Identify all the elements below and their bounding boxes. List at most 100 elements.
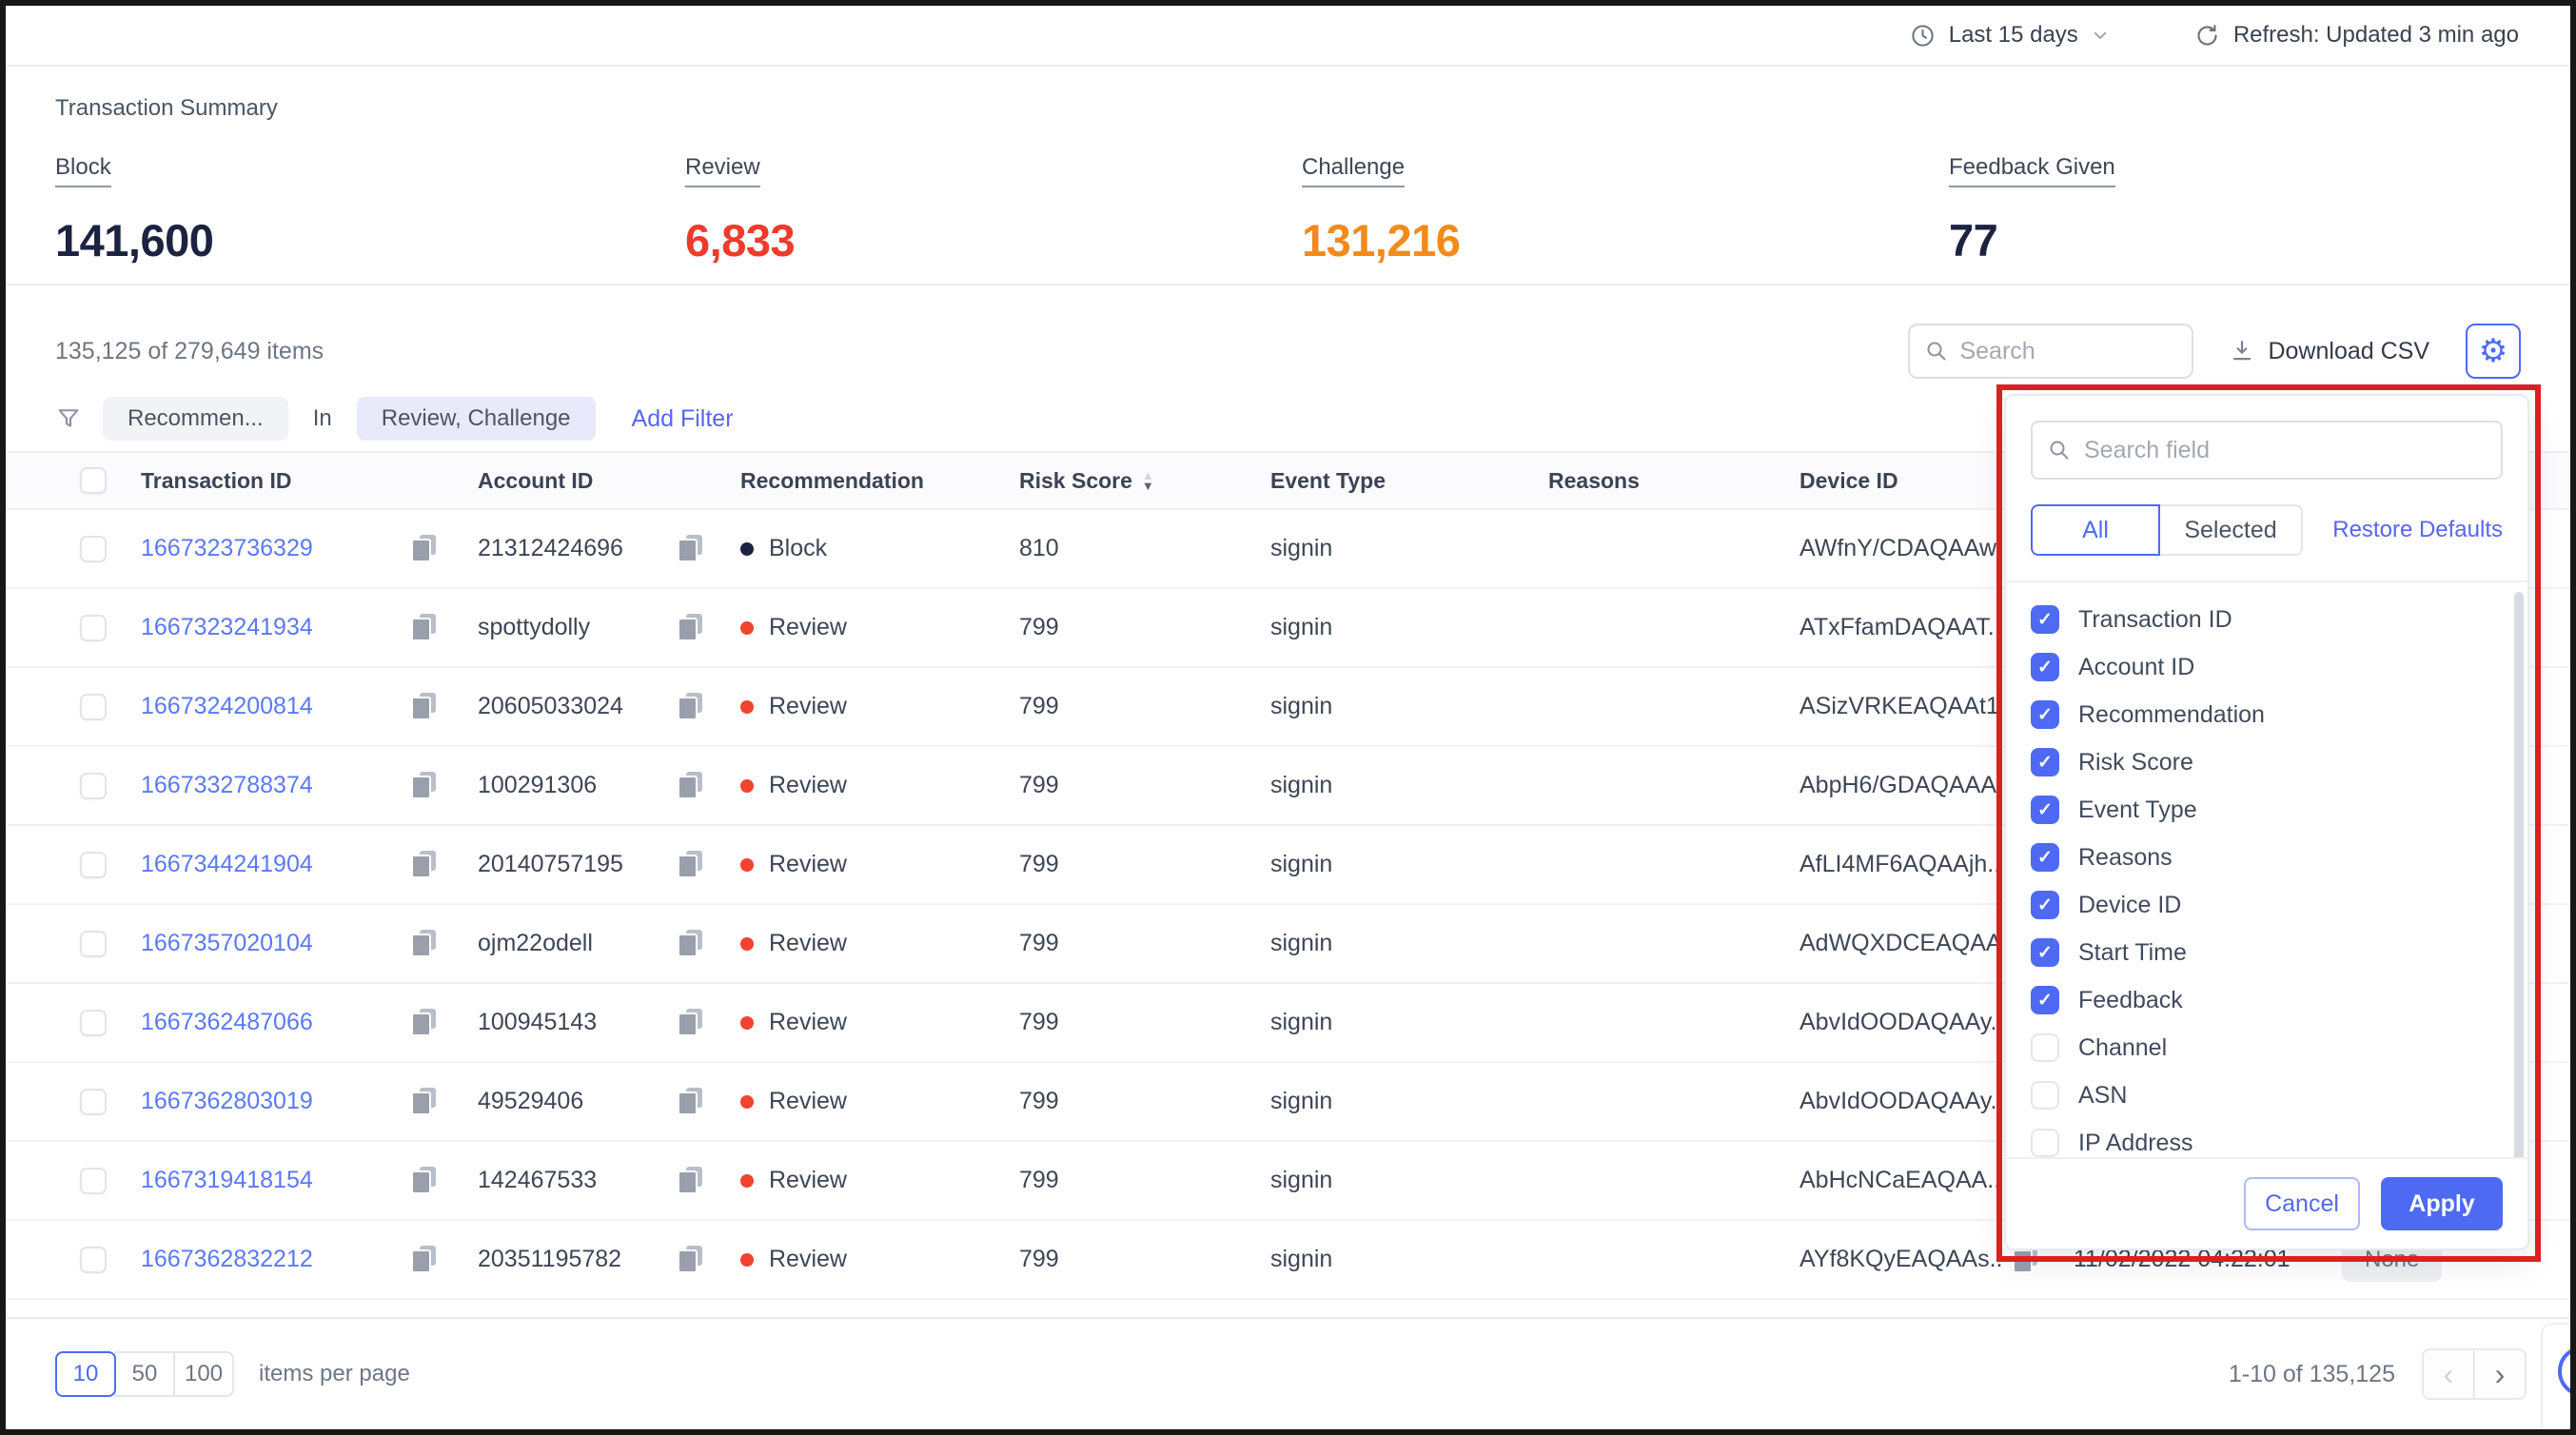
copy-icon[interactable] <box>678 614 702 641</box>
copy-icon[interactable] <box>678 693 702 720</box>
copy-icon[interactable] <box>678 535 702 562</box>
page-size-100[interactable]: 100 <box>173 1351 234 1397</box>
row-checkbox[interactable] <box>80 694 107 720</box>
transaction-id-link[interactable]: 1667324200814 <box>141 693 313 720</box>
restore-defaults-link[interactable]: Restore Defaults <box>2332 517 2503 543</box>
col-header-transaction-id[interactable]: Transaction ID <box>141 468 478 494</box>
field-toggle-risk-score[interactable]: Risk Score <box>2031 738 2503 786</box>
search-icon <box>2048 439 2071 462</box>
download-csv-button[interactable]: Download CSV <box>2230 338 2429 365</box>
row-checkbox[interactable] <box>80 773 107 799</box>
field-search-input[interactable] <box>2084 437 2486 464</box>
panel-scrollbar[interactable] <box>2514 592 2524 1163</box>
account-id: 21312424696 <box>478 535 623 562</box>
transaction-id-link[interactable]: 1667319418154 <box>141 1167 313 1194</box>
field-toggle-account-id[interactable]: Account ID <box>2031 643 2503 691</box>
transaction-id-link[interactable]: 1667344241904 <box>141 851 313 878</box>
column-settings-button[interactable] <box>2466 324 2521 379</box>
device-id: AYf8KQyEAQAAs... <box>1799 1246 2001 1273</box>
col-header-risk-score[interactable]: Risk Score <box>1019 468 1270 494</box>
recommendation-label: Review <box>769 614 847 641</box>
transaction-id-link[interactable]: 1667357020104 <box>141 930 313 957</box>
copy-icon[interactable] <box>411 1088 436 1115</box>
row-checkbox[interactable] <box>80 536 107 562</box>
page-size-10[interactable]: 10 <box>55 1351 116 1397</box>
transaction-id-link[interactable]: 1667362487066 <box>141 1009 313 1036</box>
tab-all[interactable]: All <box>2031 504 2160 556</box>
funnel-icon <box>55 405 82 432</box>
copy-icon[interactable] <box>411 1167 436 1194</box>
search-input[interactable] <box>1959 338 2176 365</box>
copy-icon[interactable] <box>411 535 436 562</box>
copy-icon[interactable] <box>411 614 436 641</box>
field-toggle-event-type[interactable]: Event Type <box>2031 786 2503 834</box>
col-header-reasons[interactable]: Reasons <box>1548 468 1799 494</box>
copy-icon[interactable] <box>411 772 436 799</box>
copy-icon[interactable] <box>411 1009 436 1036</box>
prev-page-button[interactable] <box>2422 1348 2475 1400</box>
checkbox-icon <box>2031 653 2059 681</box>
row-checkbox[interactable] <box>80 1247 107 1273</box>
field-toggle-asn[interactable]: ASN <box>2031 1071 2503 1119</box>
next-page-button[interactable] <box>2473 1348 2527 1400</box>
page-range-label: 1-10 of 135,125 <box>2229 1361 2395 1388</box>
row-checkbox[interactable] <box>80 931 107 957</box>
transaction-id-link[interactable]: 1667323241934 <box>141 614 313 641</box>
recommendation-label: Review <box>769 1009 847 1036</box>
field-list: Transaction ID Account ID Recommendation… <box>2031 596 2503 1167</box>
page-size-50[interactable]: 50 <box>114 1351 175 1397</box>
field-toggle-recommendation[interactable]: Recommendation <box>2031 691 2503 738</box>
row-checkbox[interactable] <box>80 1168 107 1194</box>
row-checkbox[interactable] <box>80 852 107 878</box>
add-filter-button[interactable]: Add Filter <box>632 405 734 433</box>
metric-label[interactable]: Challenge <box>1302 154 1405 187</box>
apply-button[interactable]: Apply <box>2381 1177 2503 1230</box>
filter-operator[interactable]: In <box>309 405 336 432</box>
field-toggle-reasons[interactable]: Reasons <box>2031 834 2503 881</box>
event-type: signin <box>1270 851 1548 878</box>
row-checkbox[interactable] <box>80 1010 107 1036</box>
copy-icon[interactable] <box>678 1167 702 1194</box>
row-checkbox[interactable] <box>80 615 107 641</box>
col-header-event-type[interactable]: Event Type <box>1270 468 1548 494</box>
device-id: AdWQXDCEAQAA... <box>1799 930 2001 957</box>
copy-icon[interactable] <box>678 1246 702 1273</box>
metric-value: 141,600 <box>55 214 685 266</box>
metric-label[interactable]: Feedback Given <box>1949 154 2115 187</box>
refresh-control[interactable]: Refresh: Updated 3 min ago <box>2194 22 2519 49</box>
col-header-recommendation[interactable]: Recommendation <box>740 468 1019 494</box>
sort-arrows-icon[interactable] <box>1142 470 1154 491</box>
row-checkbox[interactable] <box>80 1089 107 1115</box>
copy-icon[interactable] <box>411 930 436 957</box>
metric-label[interactable]: Block <box>55 154 111 187</box>
col-header-account-id[interactable]: Account ID <box>478 468 740 494</box>
copy-icon[interactable] <box>411 693 436 720</box>
field-toggle-device-id[interactable]: Device ID <box>2031 881 2503 929</box>
copy-icon[interactable] <box>678 1088 702 1115</box>
account-id: 142467533 <box>478 1167 597 1194</box>
transaction-id-link[interactable]: 1667323736329 <box>141 535 313 562</box>
select-all-checkbox[interactable] <box>80 467 107 494</box>
copy-icon[interactable] <box>411 851 436 878</box>
time-range-selector[interactable]: Last 15 days <box>1910 22 2109 49</box>
copy-icon[interactable] <box>678 772 702 799</box>
transaction-id-link[interactable]: 1667332788374 <box>141 772 313 799</box>
tab-selected[interactable]: Selected <box>2160 504 2303 556</box>
field-toggle-feedback[interactable]: Feedback <box>2031 976 2503 1024</box>
field-toggle-channel[interactable]: Channel <box>2031 1024 2503 1071</box>
filter-value-chip[interactable]: Review, Challenge <box>357 397 596 441</box>
cancel-button[interactable]: Cancel <box>2244 1177 2360 1230</box>
clock-icon <box>1910 23 1936 49</box>
metric-challenge: Challenge 131,216 <box>1302 154 1949 266</box>
transaction-id-link[interactable]: 1667362832212 <box>141 1246 313 1273</box>
copy-icon[interactable] <box>411 1246 436 1273</box>
metric-label[interactable]: Review <box>685 154 760 187</box>
account-id: 20605033024 <box>478 693 623 720</box>
copy-icon[interactable] <box>678 851 702 878</box>
transaction-id-link[interactable]: 1667362803019 <box>141 1088 313 1115</box>
filter-field-chip[interactable]: Recommen... <box>103 397 288 441</box>
field-toggle-start-time[interactable]: Start Time <box>2031 929 2503 976</box>
field-toggle-transaction-id[interactable]: Transaction ID <box>2031 596 2503 643</box>
copy-icon[interactable] <box>678 930 702 957</box>
copy-icon[interactable] <box>678 1009 702 1036</box>
